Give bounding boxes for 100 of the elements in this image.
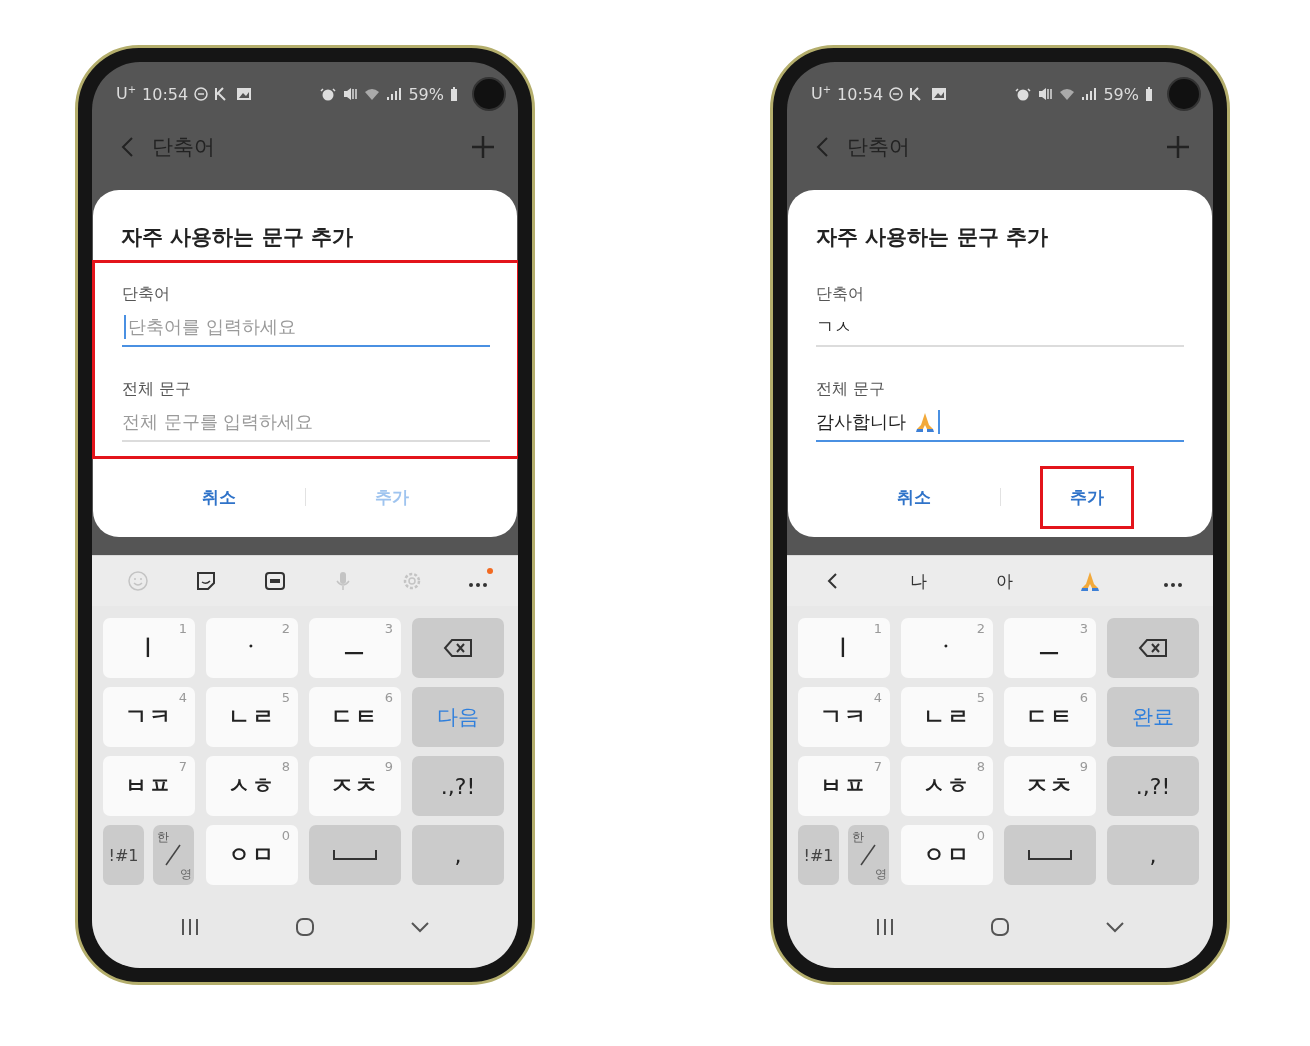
keyboard-key[interactable]: 7 ㅂㅍ [798, 756, 890, 816]
mute-icon [1037, 87, 1054, 101]
key-label: ㅂㅍ [820, 772, 868, 800]
key-label: ㅣ [137, 634, 161, 662]
battery-percent: 59% [408, 84, 444, 104]
keyboard-key[interactable]: , [412, 825, 504, 885]
battery-icon [450, 87, 458, 101]
key-number: 2 [281, 621, 290, 636]
keyboard-key[interactable]: 0 ㅇㅁ [206, 825, 298, 885]
carrier-label: U$^{+}$ [811, 84, 832, 104]
hide-keyboard-icon[interactable] [410, 920, 431, 933]
dialog-button[interactable]: 취소 [173, 467, 264, 527]
dialog-button[interactable]: 추가 [1041, 467, 1132, 527]
keyboard-key[interactable]: 1 ㅣ [103, 618, 195, 678]
symbols-key[interactable]: !#1 [798, 825, 839, 885]
keyboard-key[interactable]: 6 ㄷㅌ [1004, 687, 1096, 747]
key-number: 2 [976, 621, 985, 636]
key-number: 1 [873, 621, 882, 636]
space-key[interactable] [1004, 825, 1096, 885]
key-number: 6 [1079, 690, 1088, 705]
key-number: 7 [873, 759, 882, 774]
slash-icon [860, 844, 876, 866]
backspace-key[interactable] [412, 618, 504, 678]
key-number: 9 [1079, 759, 1088, 774]
home-icon[interactable] [295, 916, 315, 937]
keyboard-key[interactable]: 2 ㆍ [901, 618, 993, 678]
keyboard-key[interactable]: 1 ㅣ [798, 618, 890, 678]
keyboard-key[interactable]: 2 ㆍ [206, 618, 298, 678]
space-icon [332, 849, 378, 861]
keyboard-key[interactable]: 0 ㅇㅁ [901, 825, 993, 885]
mute-icon [342, 87, 359, 101]
backspace-key[interactable] [1107, 618, 1199, 678]
key-label: ㅈㅊ [331, 772, 379, 800]
key-number: 3 [1079, 621, 1088, 636]
language-key[interactable]: 한 영 [153, 825, 194, 885]
sticker-icon[interactable] [195, 570, 218, 592]
keyboard-key[interactable]: .,?! [412, 756, 504, 816]
slash-icon [165, 844, 181, 866]
language-key[interactable]: 한 영 [848, 825, 889, 885]
dialog-title: 자주 사용하는 문구 추가 [120, 224, 354, 251]
key-number: 1 [178, 621, 187, 636]
backspace-icon [1138, 638, 1168, 658]
keyboard-key[interactable]: 4 ㄱㅋ [103, 687, 195, 747]
key-number: 4 [178, 690, 187, 705]
key-label: ㅡ [343, 634, 367, 662]
field-placeholder: 전체 문구를 입력하세요 [122, 410, 314, 434]
keyboard-key[interactable]: 5 ㄴㄹ [206, 687, 298, 747]
praying-hands-icon[interactable] [1078, 570, 1101, 592]
field-label: 단축어 [816, 283, 865, 305]
recent-apps-icon[interactable] [179, 917, 200, 936]
input-field[interactable]: ㄱㅅ [816, 309, 1184, 347]
praying-hands-icon [914, 411, 936, 433]
battery-icon [1145, 87, 1153, 101]
keyboard-key[interactable]: 9 ㅈㅊ [1004, 756, 1096, 816]
dialog-title: 자주 사용하는 문구 추가 [815, 224, 1049, 251]
keyboard-key[interactable]: 5 ㄴㄹ [901, 687, 993, 747]
space-icon [1027, 849, 1073, 861]
key-number: 8 [281, 759, 290, 774]
do-not-disturb-icon [194, 87, 209, 101]
key-number: 7 [178, 759, 187, 774]
signal-icon [386, 87, 403, 101]
keyboard-key[interactable]: 8 ㅅㅎ [206, 756, 298, 816]
keyboard-key[interactable]: 4 ㄱㅋ [798, 687, 890, 747]
wifi-icon [1059, 87, 1076, 101]
carrier-label: U$^{+}$ [116, 84, 137, 104]
backspace-icon [443, 638, 473, 658]
key-label: ㅅㅎ [228, 772, 276, 800]
key-label: ㅈㅊ [1026, 772, 1074, 800]
symbols-key[interactable]: !#1 [103, 825, 144, 885]
home-icon[interactable] [990, 916, 1010, 937]
recent-apps-icon[interactable] [874, 917, 895, 936]
keyboard-key[interactable]: 7 ㅂㅍ [103, 756, 195, 816]
keyboard-key[interactable]: 6 ㄷㅌ [309, 687, 401, 747]
keyboard-key[interactable]: , [1107, 825, 1199, 885]
key-label: ㅂㅍ [125, 772, 173, 800]
image-icon [931, 87, 948, 101]
image-icon [236, 87, 253, 101]
signal-icon [1081, 87, 1098, 101]
dialog-button[interactable]: 취소 [868, 467, 959, 527]
key-label: ㄴㄹ [923, 703, 971, 731]
suggestion[interactable]: 아 [984, 569, 1024, 593]
key-label: ㅇㅁ [228, 841, 276, 869]
gif-icon[interactable] [263, 570, 286, 592]
hide-keyboard-icon[interactable] [1105, 920, 1126, 933]
input-field[interactable]: 감사합니다 [816, 404, 1184, 442]
key-number: 3 [384, 621, 393, 636]
key-number: 8 [976, 759, 985, 774]
key-number: 4 [873, 690, 882, 705]
alarm-icon [1015, 87, 1032, 101]
keyboard-key[interactable]: 8 ㅅㅎ [901, 756, 993, 816]
wifi-icon [364, 87, 381, 101]
space-key[interactable] [309, 825, 401, 885]
field-label: 전체 문구 [816, 378, 887, 400]
key-label: ㆍ [240, 634, 264, 662]
keyboard-key[interactable]: .,?! [1107, 756, 1199, 816]
keyboard-key[interactable]: 3 ㅡ [1004, 618, 1096, 678]
keyboard-key[interactable]: 9 ㅈㅊ [309, 756, 401, 816]
suggestion[interactable]: 나 [898, 569, 939, 593]
keyboard-key[interactable]: 3 ㅡ [309, 618, 401, 678]
camera-hole [1167, 77, 1201, 111]
